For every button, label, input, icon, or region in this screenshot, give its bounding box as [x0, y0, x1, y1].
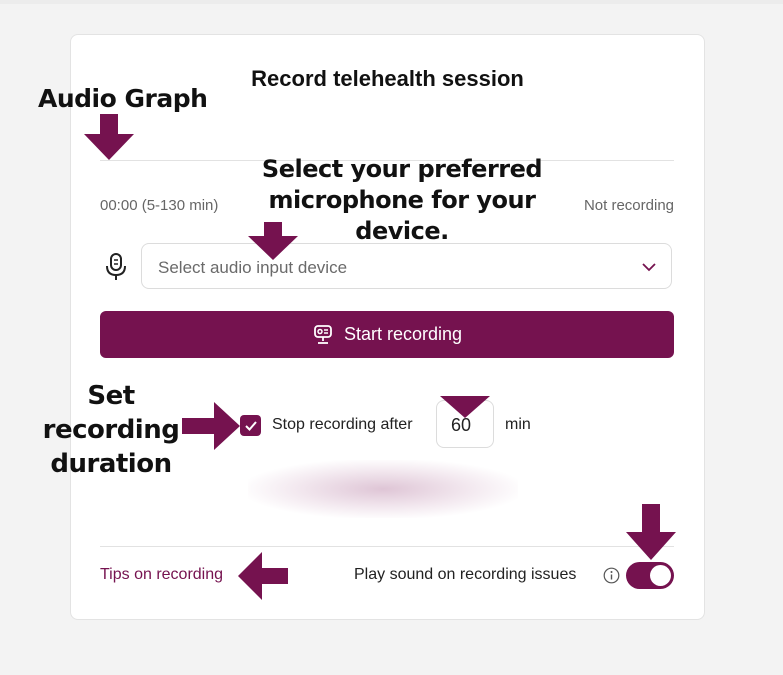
arrow-left-tips	[238, 552, 288, 600]
annotation-duration: Set recording duration	[20, 380, 202, 481]
annotation-microphone-line1: Select your preferred	[261, 155, 543, 183]
arrow-down-duration-input	[440, 396, 490, 418]
recording-timer: 00:00 (5-130 min)	[100, 197, 219, 214]
annotation-duration-line2: duration	[50, 448, 172, 479]
divider	[100, 546, 674, 547]
audio-device-select[interactable]: Select audio input device	[141, 243, 672, 289]
start-recording-label: Start recording	[343, 324, 463, 344]
arrow-down-audio-graph	[84, 114, 134, 160]
stop-after-checkbox[interactable]	[240, 415, 261, 436]
recording-status: Not recording	[583, 197, 674, 214]
duration-unit: min	[505, 416, 531, 433]
checkmark-icon	[244, 420, 257, 431]
audio-device-placeholder: Select audio input device	[158, 258, 348, 277]
arrow-right-duration	[182, 402, 240, 450]
annotation-duration-line1: Set recording	[42, 381, 180, 445]
blurred-content	[248, 460, 518, 518]
chevron-down-icon	[642, 263, 656, 272]
toggle-knob	[650, 565, 671, 586]
start-recording-button[interactable]: Start recording	[100, 311, 674, 358]
arrow-down-microphone	[248, 222, 298, 260]
top-border	[0, 0, 783, 4]
stop-after-label: Stop recording after	[272, 416, 413, 433]
duration-value: 60	[451, 415, 472, 435]
sound-toggle-label: Play sound on recording issues	[354, 566, 577, 583]
tips-link[interactable]: Tips on recording	[100, 566, 223, 584]
recorder-icon	[314, 324, 332, 344]
arrow-down-toggle	[626, 504, 676, 560]
microphone-icon	[106, 253, 126, 280]
annotation-audio-graph: Audio Graph	[38, 84, 208, 113]
info-icon[interactable]	[603, 567, 620, 584]
sound-toggle[interactable]	[626, 562, 674, 589]
